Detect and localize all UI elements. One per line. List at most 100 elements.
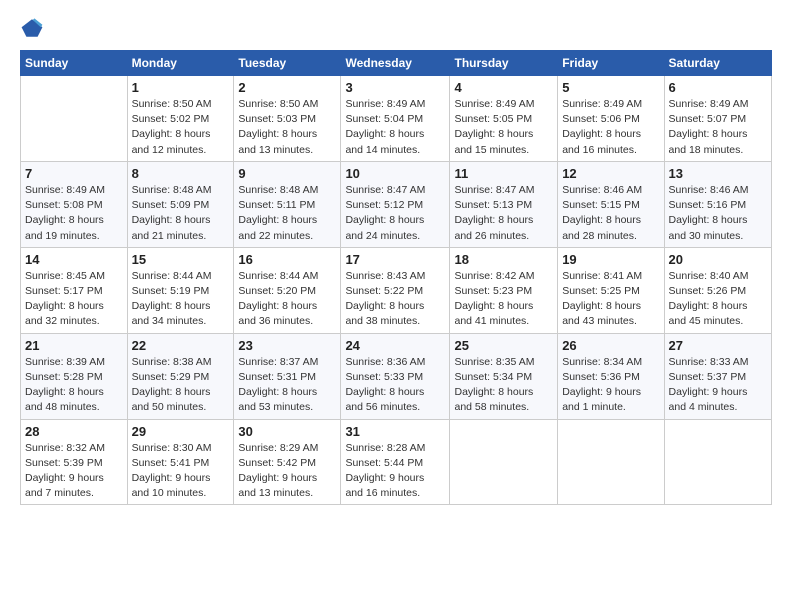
day-number: 31 xyxy=(345,424,445,439)
day-info: Sunrise: 8:50 AM Sunset: 5:03 PM Dayligh… xyxy=(238,97,336,158)
day-number: 3 xyxy=(345,80,445,95)
day-number: 14 xyxy=(25,252,123,267)
day-number: 8 xyxy=(132,166,230,181)
day-cell: 26 Sunrise: 8:34 AM Sunset: 5:36 PM Dayli… xyxy=(558,333,664,419)
week-row-1: 1 Sunrise: 8:50 AM Sunset: 5:02 PM Daylig… xyxy=(21,76,772,162)
col-header-saturday: Saturday xyxy=(664,51,771,76)
col-header-wednesday: Wednesday xyxy=(341,51,450,76)
day-info: Sunrise: 8:34 AM Sunset: 5:36 PM Dayligh… xyxy=(562,355,659,416)
day-number: 23 xyxy=(238,338,336,353)
day-info: Sunrise: 8:37 AM Sunset: 5:31 PM Dayligh… xyxy=(238,355,336,416)
day-number: 5 xyxy=(562,80,659,95)
day-info: Sunrise: 8:46 AM Sunset: 5:16 PM Dayligh… xyxy=(669,183,767,244)
day-number: 22 xyxy=(132,338,230,353)
logo-icon xyxy=(20,16,44,40)
day-cell xyxy=(450,419,558,505)
day-cell: 6 Sunrise: 8:49 AM Sunset: 5:07 PM Daylig… xyxy=(664,76,771,162)
day-number: 15 xyxy=(132,252,230,267)
day-number: 27 xyxy=(669,338,767,353)
day-cell: 30 Sunrise: 8:29 AM Sunset: 5:42 PM Dayli… xyxy=(234,419,341,505)
day-info: Sunrise: 8:44 AM Sunset: 5:19 PM Dayligh… xyxy=(132,269,230,330)
day-cell: 20Sunrise: 8:40 AM Sunset: 5:26 PM Dayli… xyxy=(664,247,771,333)
col-header-monday: Monday xyxy=(127,51,234,76)
day-info: Sunrise: 8:32 AM Sunset: 5:39 PM Dayligh… xyxy=(25,441,123,502)
day-info: Sunrise: 8:41 AM Sunset: 5:25 PM Dayligh… xyxy=(562,269,659,330)
day-info: Sunrise: 8:49 AM Sunset: 5:07 PM Dayligh… xyxy=(669,97,767,158)
day-cell: 24Sunrise: 8:36 AM Sunset: 5:33 PM Dayli… xyxy=(341,333,450,419)
day-number: 25 xyxy=(454,338,553,353)
day-number: 30 xyxy=(238,424,336,439)
day-cell: 1 Sunrise: 8:50 AM Sunset: 5:02 PM Daylig… xyxy=(127,76,234,162)
day-info: Sunrise: 8:45 AM Sunset: 5:17 PM Dayligh… xyxy=(25,269,123,330)
week-row-3: 14 Sunrise: 8:45 AM Sunset: 5:17 PM Dayli… xyxy=(21,247,772,333)
page: SundayMondayTuesdayWednesdayThursdayFrid… xyxy=(0,0,792,612)
day-cell: 7Sunrise: 8:49 AM Sunset: 5:08 PM Daylig… xyxy=(21,161,128,247)
day-number: 18 xyxy=(454,252,553,267)
day-info: Sunrise: 8:30 AM Sunset: 5:41 PM Dayligh… xyxy=(132,441,230,502)
day-number: 1 xyxy=(132,80,230,95)
day-cell: 8 Sunrise: 8:48 AM Sunset: 5:09 PM Daylig… xyxy=(127,161,234,247)
day-cell xyxy=(558,419,664,505)
day-number: 11 xyxy=(454,166,553,181)
day-cell: 12 Sunrise: 8:46 AM Sunset: 5:15 PM Dayli… xyxy=(558,161,664,247)
header xyxy=(20,16,772,40)
day-number: 6 xyxy=(669,80,767,95)
day-number: 24 xyxy=(345,338,445,353)
day-cell: 10 Sunrise: 8:47 AM Sunset: 5:12 PM Dayli… xyxy=(341,161,450,247)
day-number: 2 xyxy=(238,80,336,95)
col-header-sunday: Sunday xyxy=(21,51,128,76)
day-info: Sunrise: 8:44 AM Sunset: 5:20 PM Dayligh… xyxy=(238,269,336,330)
day-cell: 29 Sunrise: 8:30 AM Sunset: 5:41 PM Dayli… xyxy=(127,419,234,505)
day-cell: 9Sunrise: 8:48 AM Sunset: 5:11 PM Daylig… xyxy=(234,161,341,247)
day-info: Sunrise: 8:29 AM Sunset: 5:42 PM Dayligh… xyxy=(238,441,336,502)
day-cell: 17 Sunrise: 8:43 AM Sunset: 5:22 PM Dayli… xyxy=(341,247,450,333)
day-cell: 27Sunrise: 8:33 AM Sunset: 5:37 PM Dayli… xyxy=(664,333,771,419)
week-row-2: 7Sunrise: 8:49 AM Sunset: 5:08 PM Daylig… xyxy=(21,161,772,247)
day-cell xyxy=(21,76,128,162)
day-cell: 15 Sunrise: 8:44 AM Sunset: 5:19 PM Dayli… xyxy=(127,247,234,333)
day-number: 12 xyxy=(562,166,659,181)
day-number: 4 xyxy=(454,80,553,95)
week-row-5: 28 Sunrise: 8:32 AM Sunset: 5:39 PM Dayli… xyxy=(21,419,772,505)
day-info: Sunrise: 8:49 AM Sunset: 5:06 PM Dayligh… xyxy=(562,97,659,158)
col-header-thursday: Thursday xyxy=(450,51,558,76)
day-number: 26 xyxy=(562,338,659,353)
day-cell: 14 Sunrise: 8:45 AM Sunset: 5:17 PM Dayli… xyxy=(21,247,128,333)
day-cell: 23 Sunrise: 8:37 AM Sunset: 5:31 PM Dayli… xyxy=(234,333,341,419)
day-cell: 3 Sunrise: 8:49 AM Sunset: 5:04 PM Daylig… xyxy=(341,76,450,162)
day-info: Sunrise: 8:42 AM Sunset: 5:23 PM Dayligh… xyxy=(454,269,553,330)
day-number: 17 xyxy=(345,252,445,267)
day-info: Sunrise: 8:48 AM Sunset: 5:11 PM Dayligh… xyxy=(238,183,336,244)
day-cell: 25 Sunrise: 8:35 AM Sunset: 5:34 PM Dayli… xyxy=(450,333,558,419)
logo xyxy=(20,16,46,40)
day-info: Sunrise: 8:49 AM Sunset: 5:04 PM Dayligh… xyxy=(345,97,445,158)
day-cell: 4Sunrise: 8:49 AM Sunset: 5:05 PM Daylig… xyxy=(450,76,558,162)
day-info: Sunrise: 8:48 AM Sunset: 5:09 PM Dayligh… xyxy=(132,183,230,244)
day-number: 16 xyxy=(238,252,336,267)
day-number: 21 xyxy=(25,338,123,353)
day-cell: 2 Sunrise: 8:50 AM Sunset: 5:03 PM Daylig… xyxy=(234,76,341,162)
day-info: Sunrise: 8:47 AM Sunset: 5:12 PM Dayligh… xyxy=(345,183,445,244)
day-info: Sunrise: 8:35 AM Sunset: 5:34 PM Dayligh… xyxy=(454,355,553,416)
day-cell: 16 Sunrise: 8:44 AM Sunset: 5:20 PM Dayli… xyxy=(234,247,341,333)
week-row-4: 21Sunrise: 8:39 AM Sunset: 5:28 PM Dayli… xyxy=(21,333,772,419)
day-number: 13 xyxy=(669,166,767,181)
day-cell: 31 Sunrise: 8:28 AM Sunset: 5:44 PM Dayli… xyxy=(341,419,450,505)
col-header-tuesday: Tuesday xyxy=(234,51,341,76)
day-cell xyxy=(664,419,771,505)
day-cell: 13 Sunrise: 8:46 AM Sunset: 5:16 PM Dayli… xyxy=(664,161,771,247)
day-number: 28 xyxy=(25,424,123,439)
calendar-table: SundayMondayTuesdayWednesdayThursdayFrid… xyxy=(20,50,772,505)
day-cell: 18 Sunrise: 8:42 AM Sunset: 5:23 PM Dayli… xyxy=(450,247,558,333)
day-number: 19 xyxy=(562,252,659,267)
day-info: Sunrise: 8:47 AM Sunset: 5:13 PM Dayligh… xyxy=(454,183,553,244)
day-number: 7 xyxy=(25,166,123,181)
day-cell: 19 Sunrise: 8:41 AM Sunset: 5:25 PM Dayli… xyxy=(558,247,664,333)
day-info: Sunrise: 8:28 AM Sunset: 5:44 PM Dayligh… xyxy=(345,441,445,502)
day-number: 10 xyxy=(345,166,445,181)
day-info: Sunrise: 8:43 AM Sunset: 5:22 PM Dayligh… xyxy=(345,269,445,330)
day-info: Sunrise: 8:50 AM Sunset: 5:02 PM Dayligh… xyxy=(132,97,230,158)
day-info: Sunrise: 8:46 AM Sunset: 5:15 PM Dayligh… xyxy=(562,183,659,244)
day-info: Sunrise: 8:38 AM Sunset: 5:29 PM Dayligh… xyxy=(132,355,230,416)
day-number: 29 xyxy=(132,424,230,439)
